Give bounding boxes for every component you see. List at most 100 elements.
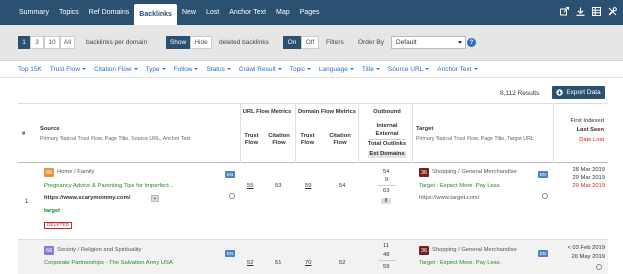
filter-crawl-result[interactable]: Crawl Result — [239, 66, 282, 73]
url-citation-flow: 51 — [275, 260, 282, 266]
tab-lost[interactable]: Lost — [201, 0, 224, 25]
chevron-down-icon — [277, 68, 282, 71]
target-topic: Shopping / General Merchandise — [432, 169, 517, 175]
chevron-down-icon — [425, 68, 430, 71]
source-title-link[interactable]: Corporate Partnerships - The Salvation A… — [44, 260, 173, 266]
settings-gear-icon[interactable] — [229, 193, 235, 199]
share-icon[interactable] — [560, 7, 569, 16]
deleted-badge: DELETED — [44, 222, 73, 229]
domain-trust-flow[interactable]: 59 — [305, 183, 311, 189]
table-row[interactable] — [18, 240, 608, 274]
filter-source-url[interactable]: Source URL — [388, 66, 430, 73]
tab-topics[interactable]: Topics — [54, 0, 84, 25]
download-icon[interactable] — [576, 7, 585, 16]
target-lang-badge: EN — [538, 171, 548, 178]
chevron-down-icon — [375, 68, 380, 71]
per-page-3-button[interactable]: 3 — [30, 36, 44, 49]
top-nav: Summary Topics Ref Domains Backlinks New… — [0, 0, 623, 25]
col-internal-header: Internal — [376, 123, 398, 129]
export-data-button[interactable]: Export Data — [552, 86, 605, 99]
source-title-link[interactable]: Pregnancy Advice & Parenting Tips for Im… — [44, 183, 174, 189]
filter-anchor-text[interactable]: Anchor Text — [437, 66, 478, 73]
domain-citation-flow: 52 — [339, 260, 346, 266]
chevron-down-icon — [349, 68, 354, 71]
help-icon[interactable]: ? — [467, 38, 476, 47]
tab-new[interactable]: New — [177, 0, 201, 25]
per-page-10-button[interactable]: 10 — [44, 36, 60, 49]
settings-gear-icon[interactable] — [542, 193, 548, 199]
last-seen-date: 29 Mar 2019 — [572, 175, 605, 181]
show-deleted-button[interactable]: Show — [166, 36, 190, 49]
col-last-seen-header: Last Seen — [576, 127, 604, 133]
source-lang-badge: EN — [225, 250, 235, 257]
target-topic: Shopping / General Merchandise — [432, 247, 517, 253]
chevron-down-icon — [81, 68, 86, 71]
col-domain-flow-header: Domain Flow Metrics — [298, 109, 356, 115]
col-source-subheader: Primary Topical Trust Flow, Page Title, … — [40, 136, 191, 142]
order-by-value: Default — [396, 39, 417, 46]
col-url-flow-header: URL Flow Metrics — [242, 109, 292, 115]
chevron-down-icon — [458, 41, 462, 44]
tab-anchor-text[interactable]: Anchor Text — [224, 0, 271, 25]
col-external-header: External — [375, 131, 399, 137]
target-tf-badge: 36 — [419, 246, 429, 255]
filter-bar: Top 15K Trust Flow Citation Flow Type Fo… — [0, 62, 623, 78]
url-trust-flow[interactable]: 52 — [247, 260, 253, 266]
col-source-header: Source — [40, 126, 60, 132]
table-row[interactable] — [18, 163, 608, 239]
outbound-external: 48 — [383, 252, 390, 258]
filter-citation-flow[interactable]: Citation Flow — [94, 66, 138, 73]
filter-trust-flow[interactable]: Trust Flow — [50, 66, 86, 73]
target-url-link[interactable]: https://www.target.com/ — [419, 195, 479, 201]
table-icon[interactable] — [592, 7, 601, 16]
col-dom-tf-header: Trust Flow — [300, 133, 315, 147]
ext-domains-count: 8 — [381, 198, 391, 204]
per-page-label: backlinks per domain — [86, 39, 148, 46]
source-tf-badge: 66 — [44, 168, 54, 177]
last-seen-date: 26 May 2019 — [571, 254, 605, 260]
outbound-sum-line — [378, 185, 396, 186]
source-topic: Society / Religion and Spirituality — [57, 247, 142, 253]
filter-language[interactable]: Language — [319, 66, 354, 73]
target-title-link[interactable]: Target : Expect More. Pay Less. — [419, 183, 501, 189]
expand-source-button[interactable]: + — [151, 195, 159, 202]
per-page-1-button[interactable]: 1 — [18, 36, 30, 49]
tab-pages[interactable]: Pages — [295, 0, 325, 25]
per-page-all-button[interactable]: All — [60, 36, 75, 49]
filter-topic[interactable]: Topic — [290, 66, 311, 73]
col-outbound-header: Outbound — [373, 109, 401, 115]
tab-ref-domains[interactable]: Ref Domains — [84, 0, 134, 25]
filters-label: Filters — [326, 39, 344, 46]
filter-type[interactable]: Type — [146, 66, 166, 73]
domain-trust-flow[interactable]: 70 — [305, 260, 311, 266]
filter-title[interactable]: Title — [362, 66, 380, 73]
outbound-internal: 54 — [383, 169, 390, 175]
filter-follow[interactable]: Follow — [174, 66, 199, 73]
source-tf-badge: 68 — [44, 246, 54, 255]
hide-deleted-button[interactable]: Hide — [190, 36, 212, 49]
url-trust-flow[interactable]: 55 — [247, 183, 253, 189]
outbound-total: 63 — [383, 188, 390, 194]
chevron-down-icon — [226, 68, 231, 71]
source-url-link[interactable]: https://www.scarymommy.com/ — [44, 195, 130, 201]
filter-status[interactable]: Status — [206, 66, 231, 73]
settings-gear-icon[interactable] — [596, 264, 602, 270]
tab-map[interactable]: Map — [271, 0, 295, 25]
chevron-down-icon — [306, 68, 311, 71]
order-by-select[interactable]: Default — [391, 36, 466, 49]
filter-top15k[interactable]: Top 15K — [18, 66, 42, 73]
target-title-link[interactable]: Target : Expect More. Pay Less. — [419, 260, 501, 266]
source-lang-badge: EN — [225, 171, 235, 178]
chevron-down-icon — [194, 68, 199, 71]
tab-summary[interactable]: Summary — [14, 0, 54, 25]
chevron-down-icon — [473, 68, 478, 71]
order-by-label: Order By — [358, 39, 385, 46]
anchor-text: target — [44, 208, 61, 214]
filters-off-button[interactable]: Off — [301, 36, 319, 49]
col-first-indexed-header: First Indexed — [570, 118, 604, 124]
chevron-down-icon — [133, 68, 138, 71]
target-tf-badge: 36 — [419, 168, 429, 177]
filters-on-button[interactable]: On — [283, 36, 301, 49]
tools-icon[interactable] — [608, 7, 617, 16]
tab-backlinks[interactable]: Backlinks — [134, 4, 177, 25]
